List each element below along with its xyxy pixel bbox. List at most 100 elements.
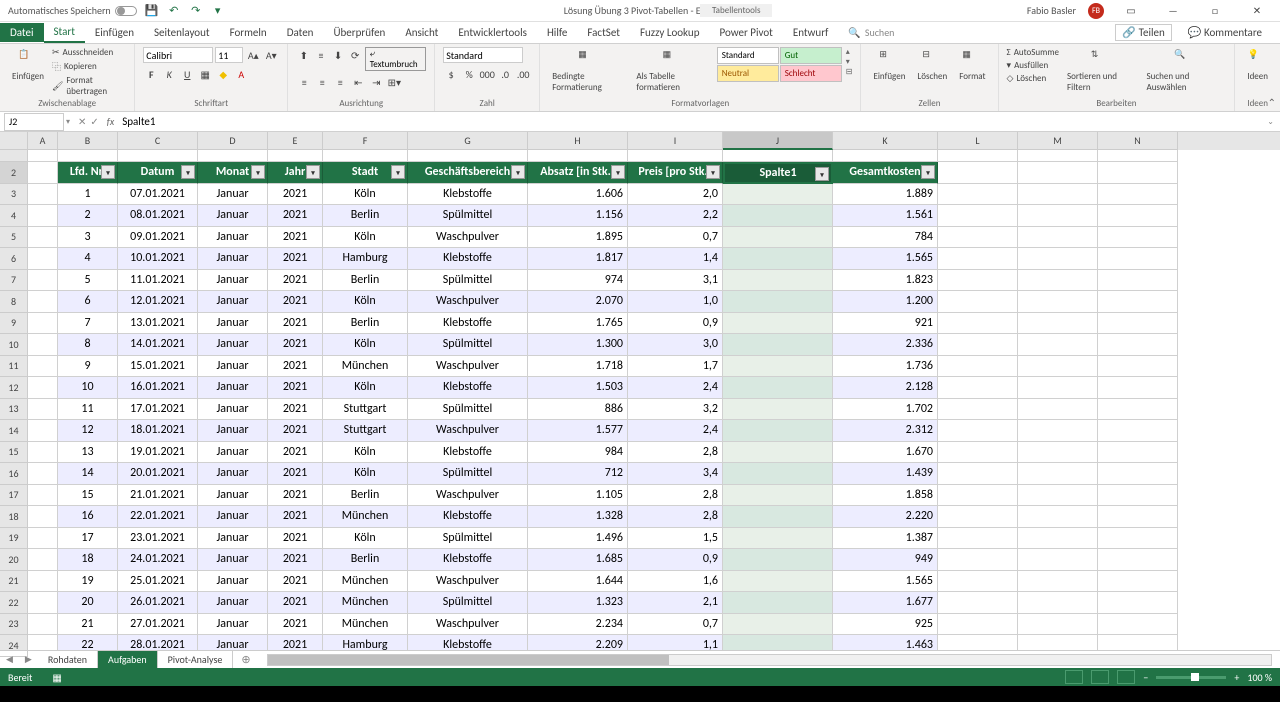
row-header[interactable]: 17	[0, 485, 28, 507]
delete-cells-button[interactable]: ⊟Löschen	[913, 47, 951, 84]
cell[interactable]	[408, 150, 528, 162]
format-painter-button[interactable]: 🖌Format übertragen	[52, 75, 126, 97]
table-cell[interactable]	[723, 549, 833, 571]
cell[interactable]	[938, 442, 1018, 464]
table-cell[interactable]: Januar	[198, 420, 268, 442]
table-cell[interactable]: Waschpulver	[408, 485, 528, 507]
table-cell[interactable]: 17.01.2021	[118, 399, 198, 421]
table-cell[interactable]	[723, 463, 833, 485]
cell[interactable]	[1098, 485, 1178, 507]
table-header[interactable]: Jahr▾	[268, 162, 323, 184]
table-cell[interactable]: Berlin	[323, 313, 408, 335]
column-header-J[interactable]: J	[723, 132, 833, 150]
table-cell[interactable]: Januar	[198, 356, 268, 378]
cell[interactable]	[28, 442, 58, 464]
align-left-icon[interactable]: ≡	[296, 74, 312, 90]
table-cell[interactable]: 1.200	[833, 291, 938, 313]
font-size-select[interactable]	[215, 47, 243, 63]
table-cell[interactable]: 2021	[268, 313, 323, 335]
cell[interactable]	[1018, 571, 1098, 593]
table-cell[interactable]	[723, 356, 833, 378]
row-header[interactable]: 3	[0, 184, 28, 206]
cell[interactable]	[1098, 334, 1178, 356]
cell[interactable]	[28, 420, 58, 442]
table-cell[interactable]	[723, 313, 833, 335]
copy-button[interactable]: ⿻Kopieren	[52, 60, 126, 73]
table-cell[interactable]: 10.01.2021	[118, 248, 198, 270]
cell[interactable]	[1018, 184, 1098, 206]
macro-record-icon[interactable]: ▦	[52, 671, 61, 684]
cell[interactable]	[833, 150, 938, 162]
cell[interactable]	[1018, 334, 1098, 356]
table-cell[interactable]	[723, 291, 833, 313]
table-cell[interactable]: Januar	[198, 270, 268, 292]
cell[interactable]	[628, 150, 723, 162]
cell[interactable]	[938, 614, 1018, 636]
minimize-icon[interactable]: —	[1158, 1, 1188, 21]
cell[interactable]	[1098, 463, 1178, 485]
table-cell[interactable]: 2,4	[628, 420, 723, 442]
cell[interactable]	[28, 162, 58, 184]
paste-button[interactable]: 📋 Einfügen	[8, 47, 48, 84]
cell[interactable]	[28, 399, 58, 421]
table-cell[interactable]: 26.01.2021	[118, 592, 198, 614]
table-cell[interactable]: 921	[833, 313, 938, 335]
table-cell[interactable]: 949	[833, 549, 938, 571]
table-cell[interactable]: Januar	[198, 485, 268, 507]
percent-icon[interactable]: %	[461, 66, 477, 82]
table-cell[interactable]: 2,4	[628, 377, 723, 399]
table-cell[interactable]: 1.439	[833, 463, 938, 485]
table-cell[interactable]	[723, 184, 833, 206]
table-cell[interactable]: 07.01.2021	[118, 184, 198, 206]
search-box[interactable]: 🔍 Suchen	[848, 26, 894, 39]
add-sheet-icon[interactable]: ⊕	[233, 653, 258, 666]
tab-fuzzy-lookup[interactable]: Fuzzy Lookup	[630, 23, 710, 42]
table-cell[interactable]: 2.220	[833, 506, 938, 528]
table-cell[interactable]: 2021	[268, 377, 323, 399]
table-cell[interactable]: 2021	[268, 291, 323, 313]
table-cell[interactable]: 2021	[268, 205, 323, 227]
table-header[interactable]: Monat▾	[198, 162, 268, 184]
table-cell[interactable]: 10	[58, 377, 118, 399]
table-cell[interactable]: 2021	[268, 506, 323, 528]
table-cell[interactable]: 1.702	[833, 399, 938, 421]
align-top-icon[interactable]: ⬆	[296, 47, 311, 63]
clear-button[interactable]: ◇Löschen	[1007, 73, 1059, 84]
cell[interactable]	[1018, 356, 1098, 378]
table-cell[interactable]	[723, 614, 833, 636]
cell[interactable]	[28, 592, 58, 614]
row-header[interactable]: 13	[0, 399, 28, 421]
user-name[interactable]: Fabio Basler	[1027, 4, 1076, 17]
page-layout-view-icon[interactable]	[1091, 670, 1109, 684]
styles-down-icon[interactable]: ▾	[846, 57, 853, 67]
cell[interactable]	[1098, 248, 1178, 270]
tab-entwurf[interactable]: Entwurf	[783, 23, 839, 42]
fill-color-button[interactable]: ◆	[215, 66, 231, 82]
cell[interactable]	[1018, 150, 1098, 162]
ideas-button[interactable]: 💡Ideen	[1243, 47, 1272, 84]
table-cell[interactable]: 2,8	[628, 506, 723, 528]
table-cell[interactable]: 14.01.2021	[118, 334, 198, 356]
table-cell[interactable]	[723, 227, 833, 249]
table-cell[interactable]: 886	[528, 399, 628, 421]
table-cell[interactable]: Klebstoffe	[408, 184, 528, 206]
cell[interactable]	[28, 506, 58, 528]
table-cell[interactable]: 2021	[268, 227, 323, 249]
cell[interactable]	[28, 485, 58, 507]
wrap-text-button[interactable]: ⤶ Textumbruch	[365, 47, 427, 71]
tab-daten[interactable]: Daten	[277, 23, 324, 42]
table-cell[interactable]: 1,1	[628, 635, 723, 650]
table-cell[interactable]: 2.336	[833, 334, 938, 356]
table-header[interactable]: Lfd. Nr.▾	[58, 162, 118, 184]
table-cell[interactable]: 2021	[268, 399, 323, 421]
cell[interactable]	[1018, 506, 1098, 528]
table-cell[interactable]: 08.01.2021	[118, 205, 198, 227]
row-header[interactable]: 10	[0, 334, 28, 356]
table-cell[interactable]: 1.105	[528, 485, 628, 507]
column-header-I[interactable]: I	[628, 132, 723, 150]
normal-view-icon[interactable]	[1065, 670, 1083, 684]
table-cell[interactable]: 0,7	[628, 614, 723, 636]
table-cell[interactable]: 1.765	[528, 313, 628, 335]
format-as-table-button[interactable]: ▦Als Tabelle formatieren	[632, 47, 712, 95]
table-header[interactable]: Gesamtkosten▾	[833, 162, 938, 184]
